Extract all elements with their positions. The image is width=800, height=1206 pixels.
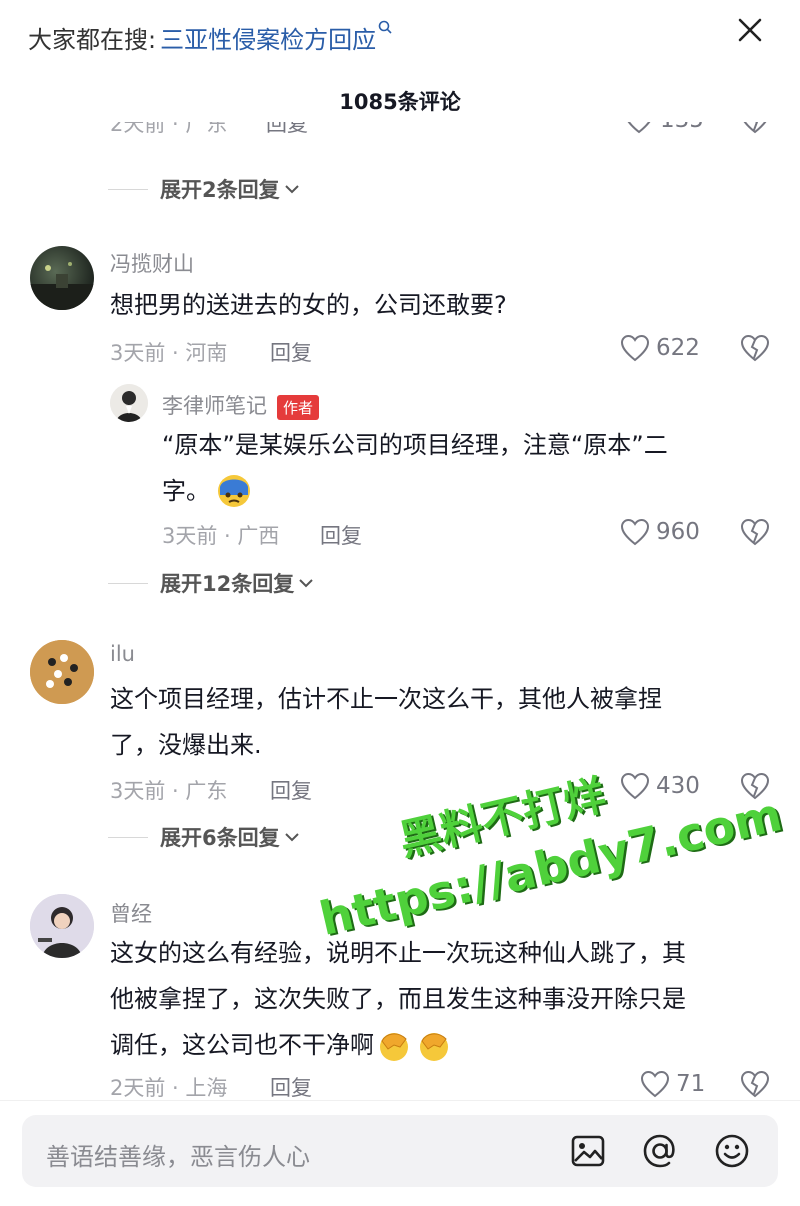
comment-text-line: 这女的这么有经验，说明不止一次玩这种仙人跳了，其 [110, 939, 686, 967]
chevron-down-icon [299, 579, 313, 588]
heart-icon [620, 772, 650, 800]
reply-button[interactable]: 回复 [270, 337, 312, 367]
expand-replies-button[interactable]: 展开2条回复 [108, 174, 300, 204]
comment-input-bar: 善语结善缘，恶言伤人心 [0, 1100, 800, 1206]
divider-line [108, 188, 148, 190]
smiley-icon[interactable] [712, 1131, 752, 1171]
divider-line [108, 836, 148, 838]
username: 李律师笔记 [162, 394, 267, 418]
at-icon[interactable] [640, 1131, 680, 1171]
facepalm-emoji [416, 1027, 452, 1063]
like-count: 430 [656, 773, 700, 799]
heart-icon [627, 122, 651, 134]
comment-meta: 2天前 · 上海 [110, 1076, 228, 1100]
like-button[interactable]: 622 [620, 334, 700, 362]
avatar[interactable] [30, 246, 94, 310]
like-button[interactable]: 430 [620, 772, 700, 800]
comment-text: 字。 [162, 477, 210, 505]
broken-heart-icon[interactable] [740, 1070, 770, 1100]
search-prefix: 大家都在搜: [28, 26, 157, 54]
heart-icon [640, 1070, 670, 1098]
like-button[interactable]: 135 [624, 122, 704, 134]
comment-meta: 2天前 · 广东 [110, 122, 228, 136]
comment-text: 想把男的送进去的女的，公司还敢要? [110, 291, 507, 319]
avatar[interactable] [30, 894, 94, 958]
comment-meta: 3天前 · 广东 [110, 779, 228, 803]
author-username[interactable]: 李律师笔记 作者 [162, 390, 320, 420]
username[interactable]: 曾经 [110, 898, 152, 928]
cut-off-comment-meta: 2天前 · 广东 回复 135 [108, 122, 768, 148]
reply-button[interactable]: 回复 [270, 775, 312, 805]
comment-text-line-2: 了，没爆出来. [110, 731, 262, 759]
expand-label: 展开6条回复 [160, 826, 280, 850]
broken-heart-icon[interactable] [740, 334, 770, 366]
comment-count: 1085条评论 [339, 90, 461, 114]
heart-icon [620, 334, 650, 362]
broken-heart-icon[interactable] [740, 518, 770, 550]
like-count: 960 [656, 519, 700, 545]
comment-text-line-3: 调任，这公司也不干净啊 [110, 1022, 452, 1068]
chevron-down-icon [284, 833, 299, 842]
comment-text: 调任，这公司也不干净啊 [110, 1031, 374, 1059]
chevron-down-icon [284, 185, 299, 194]
close-icon[interactable] [730, 10, 770, 50]
comment-input[interactable]: 善语结善缘，恶言伤人心 [22, 1115, 778, 1187]
expand-replies-button[interactable]: 展开6条回复 [108, 822, 300, 852]
expand-label: 展开2条回复 [160, 178, 280, 202]
username[interactable]: ilu [110, 642, 135, 666]
like-button[interactable]: 960 [620, 518, 700, 546]
like-count: 71 [676, 1071, 706, 1097]
reply-button[interactable]: 回复 [270, 1072, 312, 1100]
top-bar: 大家都在搜: 三亚性侵案检方回应 [0, 0, 800, 75]
divider-line [108, 582, 148, 584]
like-count: 622 [656, 335, 700, 361]
expand-replies-button[interactable]: 展开12条回复 [108, 568, 314, 598]
search-icon [378, 20, 392, 38]
comment-input-placeholder: 善语结善缘，恶言伤人心 [46, 1143, 310, 1171]
avatar[interactable] [110, 384, 148, 422]
username[interactable]: 冯揽财山 [110, 248, 194, 278]
comment-text-line: 这个项目经理，估计不止一次这么干，其他人被拿捏 [110, 685, 662, 713]
author-badge: 作者 [277, 394, 320, 420]
comment-text-line-2: 字。 [162, 468, 252, 514]
facepalm-emoji [376, 1027, 412, 1063]
comment-text-line-2: 他被拿捏了，这次失败了，而且发生这种事没开除只是 [110, 985, 686, 1013]
like-button[interactable]: 71 [640, 1070, 705, 1098]
comment-list[interactable]: 2天前 · 广东 回复 135 展开2条回复 冯揽财山 想把男的送进去的女的，公… [0, 122, 800, 1100]
comment-text-line: “原本”是某娱乐公司的项目经理，注意“原本”二 [162, 431, 668, 459]
broken-heart-icon[interactable] [740, 772, 770, 804]
broken-heart-icon[interactable] [740, 122, 768, 138]
comment-meta: 3天前 · 广西 [162, 524, 280, 548]
search-link[interactable]: 三亚性侵案检方回应 [160, 20, 376, 55]
avatar[interactable] [30, 640, 94, 704]
expand-label: 展开12条回复 [160, 572, 295, 596]
reply-button[interactable]: 回复 [320, 520, 362, 550]
crying-emoji [216, 473, 252, 509]
image-icon[interactable] [568, 1131, 608, 1171]
reply-button[interactable]: 回复 [266, 122, 308, 138]
search-suggestion[interactable]: 大家都在搜: 三亚性侵案检方回应 [28, 20, 392, 55]
comment-meta: 3天前 · 河南 [110, 341, 228, 365]
like-count: 135 [660, 122, 704, 133]
heart-icon [620, 518, 650, 546]
